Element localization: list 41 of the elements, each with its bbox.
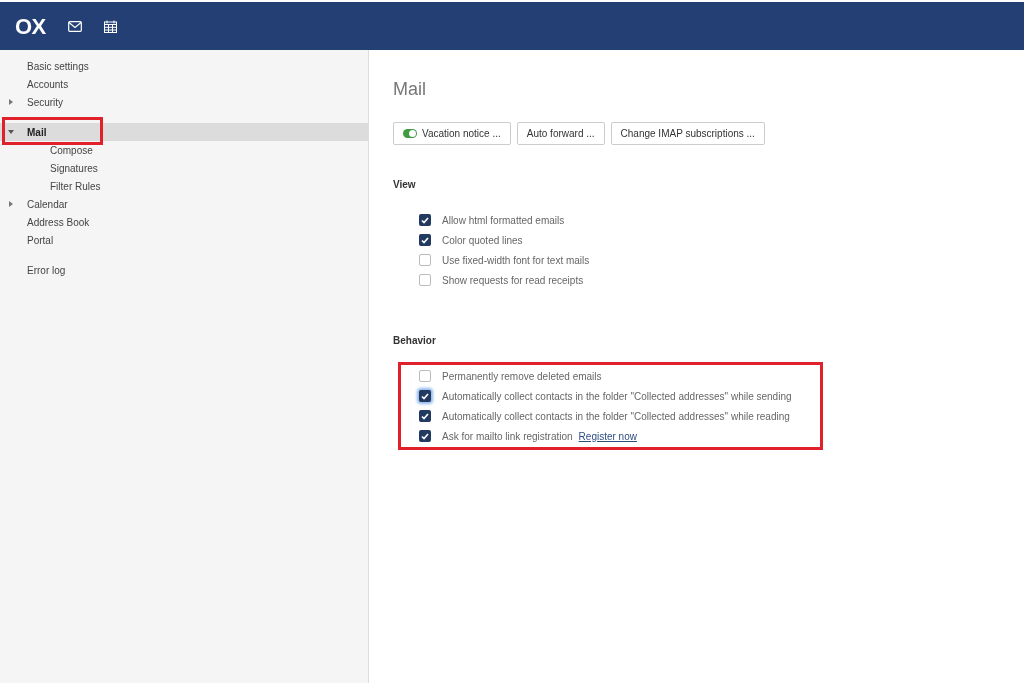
page-title: Mail bbox=[393, 78, 427, 101]
option-label: Automatically collect contacts in the folder "Collected addresses" while reading bbox=[442, 409, 790, 424]
settings-button[interactable]: Change IMAP subscriptions ... bbox=[610, 122, 765, 145]
sidebar-item[interactable]: Error log bbox=[27, 262, 66, 278]
section-heading: Behavior bbox=[393, 334, 437, 348]
caret-right-icon[interactable] bbox=[8, 201, 14, 207]
toggle-switch[interactable] bbox=[403, 129, 417, 138]
option-label: Use fixed-width font for text mails bbox=[442, 253, 590, 268]
sidebar-item[interactable]: Signatures bbox=[50, 160, 98, 176]
section-heading: View bbox=[393, 178, 417, 192]
sidebar-item[interactable]: Address Book bbox=[27, 214, 90, 230]
logo[interactable]: OX bbox=[15, 9, 46, 43]
checkbox[interactable] bbox=[419, 410, 431, 422]
option-label: Permanently remove deleted emails bbox=[442, 369, 602, 384]
mail-icon[interactable] bbox=[67, 20, 82, 32]
sidebar-item[interactable]: Mail bbox=[27, 124, 47, 140]
calendar-icon[interactable] bbox=[103, 19, 117, 33]
settings-button[interactable]: Auto forward ... bbox=[516, 122, 605, 145]
sidebar-item[interactable]: Accounts bbox=[27, 76, 69, 92]
sidebar-item[interactable]: Compose bbox=[50, 142, 93, 158]
checkbox[interactable] bbox=[419, 390, 431, 402]
caret-down-icon[interactable] bbox=[8, 129, 14, 135]
option-label: Allow html formatted emails bbox=[442, 213, 565, 228]
checkbox[interactable] bbox=[419, 370, 431, 382]
checkbox[interactable] bbox=[419, 234, 431, 246]
checkbox[interactable] bbox=[419, 430, 431, 442]
option-label: Show requests for read receipts bbox=[442, 273, 584, 288]
sidebar-item[interactable]: Basic settings bbox=[27, 58, 89, 74]
settings-button[interactable]: Vacation notice ... bbox=[393, 122, 511, 145]
option-label: Automatically collect contacts in the folder "Collected addresses" while sending bbox=[442, 389, 792, 404]
checkbox[interactable] bbox=[419, 214, 431, 226]
register-link[interactable]: Register now bbox=[578, 428, 637, 444]
checkbox[interactable] bbox=[419, 274, 431, 286]
sidebar-item[interactable]: Calendar bbox=[27, 196, 68, 212]
option-label: Ask for mailto link registration bbox=[442, 429, 573, 444]
option-label: Color quoted lines bbox=[442, 233, 523, 248]
caret-right-icon[interactable] bbox=[8, 99, 14, 105]
sidebar-item[interactable]: Portal bbox=[27, 232, 54, 248]
sidebar-item[interactable]: Security bbox=[27, 94, 64, 110]
checkbox[interactable] bbox=[419, 254, 431, 266]
sidebar-item[interactable]: Filter Rules bbox=[50, 178, 101, 194]
